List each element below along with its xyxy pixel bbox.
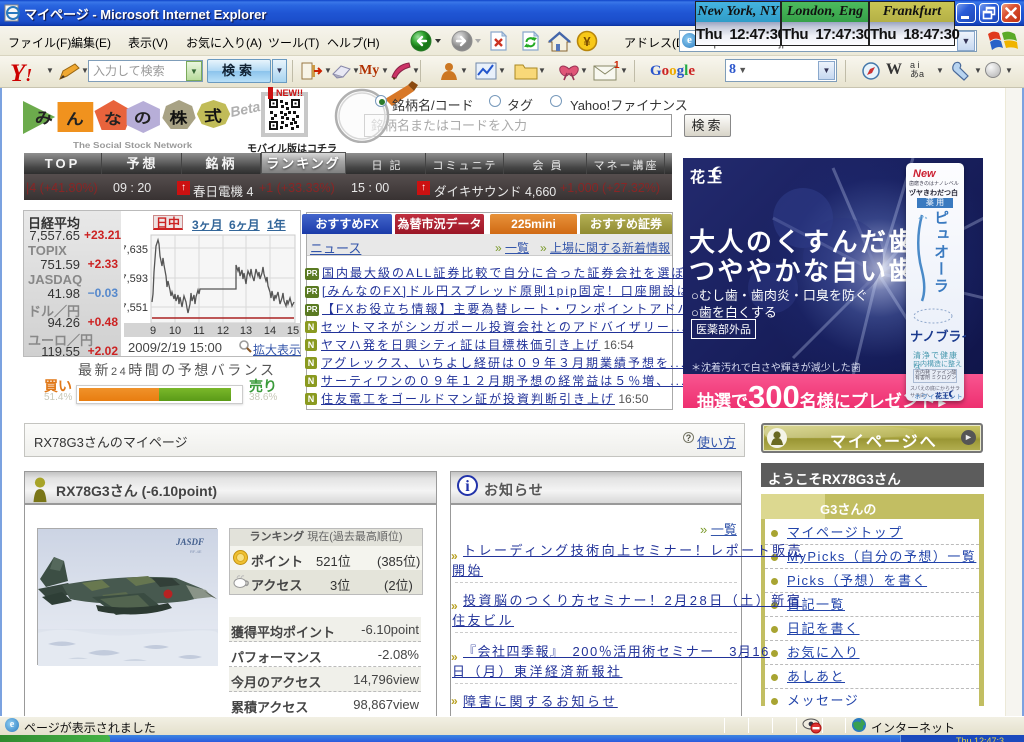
svg-text:式: 式 [204,106,222,124]
svg-text:7,635: 7,635 [124,244,148,256]
svg-text:The Social Stock Network: The Social Stock Network [73,141,193,150]
svg-text:¥: ¥ [583,34,591,49]
svg-text:7,593: 7,593 [124,273,148,285]
svg-text:の: の [134,110,152,126]
svg-text:な: な [104,110,122,127]
svg-text:7,551: 7,551 [124,302,148,314]
svg-text:株: 株 [169,108,187,126]
svg-text:10: 10 [169,325,181,337]
svg-text:RF-4E: RF-4E [190,549,202,554]
svg-text:9: 9 [150,325,156,337]
svg-text:13: 13 [240,325,252,337]
svg-text:11: 11 [193,325,204,337]
svg-text:み: み [35,110,53,126]
svg-text:JASDF: JASDF [175,537,204,547]
svg-text:ん: ん [66,110,84,127]
svg-text:14: 14 [264,325,276,337]
svg-text:15: 15 [287,325,299,337]
svg-text:12: 12 [217,325,229,337]
